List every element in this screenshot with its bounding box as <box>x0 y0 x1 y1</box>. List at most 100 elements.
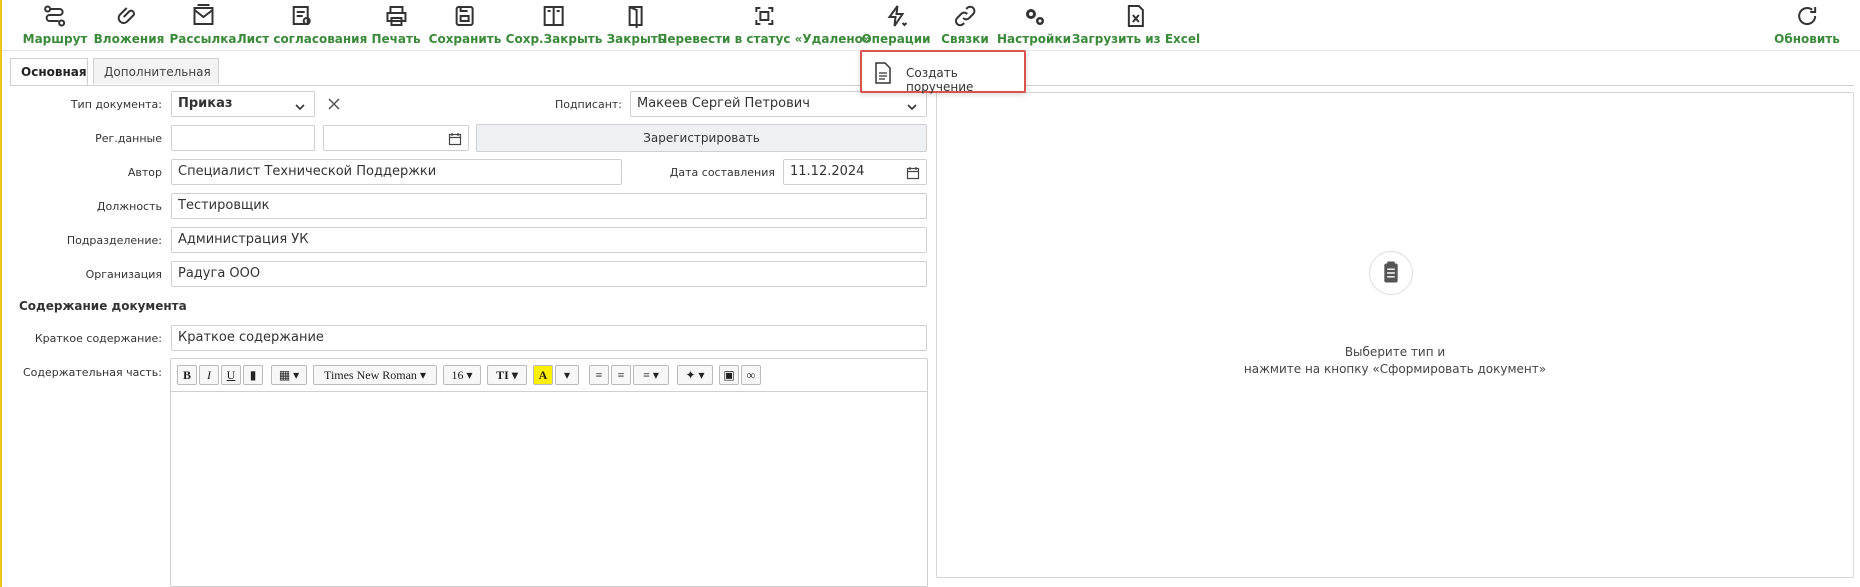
refresh-button[interactable]: Обновить <box>1774 4 1840 46</box>
bullet-list-button[interactable]: ≡ <box>589 365 609 385</box>
chevron-down-icon <box>906 98 918 111</box>
document-icon <box>874 62 892 84</box>
tab-main[interactable]: Основная <box>10 58 88 86</box>
approval-sheet-icon <box>290 4 314 28</box>
body-label: Содержательная часть: <box>22 366 162 379</box>
author-label: Автор <box>127 166 162 179</box>
printer-icon <box>384 4 408 28</box>
mail-icon <box>191 4 215 28</box>
create-assignment-label: Создать поручение <box>906 66 974 94</box>
save-close-button[interactable]: Сохр.Закрыть <box>506 4 602 46</box>
editor-content-area[interactable] <box>171 392 927 586</box>
attachments-button[interactable]: Вложения <box>94 4 164 46</box>
create-assignment-menu-item[interactable]: Создать поручение <box>860 50 1026 94</box>
font-color-dropdown[interactable]: ▾ <box>555 365 579 385</box>
editor-toolbar: B I U ▮ ▦ ▾ Times New Roman ▾ 16 ▾ TI ▾ … <box>171 359 927 392</box>
load-excel-button[interactable]: Загрузить из Excel <box>1072 4 1200 46</box>
route-button[interactable]: Маршрут <box>23 4 87 46</box>
align-icon: ≡ ▾ <box>643 368 659 382</box>
position-label: Должность <box>96 200 162 213</box>
department-input[interactable]: Администрация УК <box>171 227 927 253</box>
font-family-select[interactable]: Times New Roman ▾ <box>313 365 437 385</box>
numbered-list-icon: ≡ <box>617 368 625 382</box>
settings-button[interactable]: Настройки <box>997 4 1071 46</box>
bold-button[interactable]: B <box>177 365 197 385</box>
font-family-value: Times New Roman <box>324 368 417 382</box>
text-size-button[interactable]: TI ▾ <box>487 365 527 385</box>
preview-hint-line1: Выберите тип и <box>1344 345 1446 359</box>
underline-button[interactable]: U <box>221 365 241 385</box>
print-button[interactable]: Печать <box>371 4 421 46</box>
link-icon <box>953 4 977 28</box>
signer-select[interactable]: Макеев Сергей Петрович <box>630 91 927 117</box>
created-date-input[interactable]: 11.12.2024 <box>783 159 927 185</box>
signer-value: Макеев Сергей Петрович <box>637 96 810 111</box>
insert-image-button[interactable]: ▣ <box>719 365 739 385</box>
save-icon <box>453 4 477 28</box>
mailing-button[interactable]: Рассылка <box>169 4 237 46</box>
door-icon <box>624 4 648 28</box>
rich-text-editor: B I U ▮ ▦ ▾ Times New Roman ▾ 16 ▾ TI ▾ … <box>170 358 928 587</box>
magic-wand-button[interactable]: ✦ ▾ <box>677 365 713 385</box>
department-label: Подразделение: <box>66 234 162 247</box>
operations-button[interactable]: Операции <box>861 4 931 46</box>
image-icon: ▣ <box>723 368 735 382</box>
reg-date-input[interactable] <box>323 125 469 151</box>
organization-input[interactable]: Радуга ООО <box>171 261 927 287</box>
reg-label: Рег.данные <box>95 132 162 145</box>
author-input[interactable]: Специалист Технической Поддержки <box>171 159 622 185</box>
created-date-value: 11.12.2024 <box>790 164 865 179</box>
lightning-icon <box>884 4 908 28</box>
save-close-icon <box>542 4 566 28</box>
font-size-value: 16 <box>451 368 464 382</box>
chevron-down-icon: ▾ <box>563 368 571 382</box>
document-preview-panel: Выберите тип и нажмите на кнопку «Сформи… <box>936 92 1854 578</box>
doc-type-value: Приказ <box>178 96 233 111</box>
summary-input[interactable]: Краткое содержание <box>171 325 927 351</box>
text-size-icon: TI <box>496 368 509 382</box>
tab-additional[interactable]: Дополнительная <box>93 58 219 84</box>
calendar-icon[interactable] <box>906 165 920 180</box>
doc-type-label: Тип документа: <box>70 98 162 111</box>
clipboard-icon <box>1369 251 1413 295</box>
register-button[interactable]: Зарегистрировать <box>476 124 927 152</box>
bullet-list-icon: ≡ <box>595 368 603 382</box>
approval-sheet-button[interactable]: Лист согласования <box>237 4 367 46</box>
italic-button[interactable]: I <box>199 365 219 385</box>
chevron-down-icon <box>294 98 306 111</box>
reg-number-input[interactable] <box>171 125 315 151</box>
toolbar: Маршрут Вложения Рассылка Лист согласова… <box>2 0 1860 51</box>
route-icon <box>43 4 67 28</box>
links-button[interactable]: Связки <box>941 4 989 46</box>
created-date-label: Дата составления <box>669 166 775 179</box>
calendar-icon[interactable] <box>448 131 462 146</box>
table-icon: ▦ ▾ <box>278 368 300 382</box>
excel-icon <box>1124 4 1148 28</box>
preview-hint-line2: нажмите на кнопку «Сформировать документ… <box>1243 362 1547 376</box>
eraser-icon: ▮ <box>249 368 257 382</box>
table-button[interactable]: ▦ ▾ <box>271 365 307 385</box>
summary-label: Краткое содержание: <box>34 332 162 345</box>
signer-label: Подписант: <box>554 98 622 111</box>
link-icon: ∞ <box>746 368 756 382</box>
document-page: Маршрут Вложения Рассылка Лист согласова… <box>0 0 1860 587</box>
gears-icon <box>1022 4 1046 28</box>
set-deleted-status-button[interactable]: Перевести в статус «Удалено» <box>657 4 871 46</box>
tab-label: Основная <box>21 65 87 79</box>
content-section-title: Содержание документа <box>19 299 187 313</box>
doc-type-select[interactable]: Приказ <box>171 91 315 117</box>
font-color-button[interactable]: A <box>533 365 553 385</box>
magic-wand-icon: ✦ ▾ <box>685 368 705 382</box>
align-button[interactable]: ≡ ▾ <box>633 365 669 385</box>
refresh-icon <box>1795 4 1819 28</box>
eraser-button[interactable]: ▮ <box>243 365 263 385</box>
insert-link-button[interactable]: ∞ <box>741 365 761 385</box>
numbered-list-button[interactable]: ≡ <box>611 365 631 385</box>
status-delete-icon <box>752 4 776 28</box>
clear-doc-type-icon[interactable] <box>327 97 341 111</box>
tab-label: Дополнительная <box>104 65 211 79</box>
save-button[interactable]: Сохранить <box>429 4 501 46</box>
font-size-select[interactable]: 16 ▾ <box>443 365 481 385</box>
paperclip-icon <box>117 4 141 28</box>
position-input[interactable]: Тестировщик <box>171 193 927 219</box>
